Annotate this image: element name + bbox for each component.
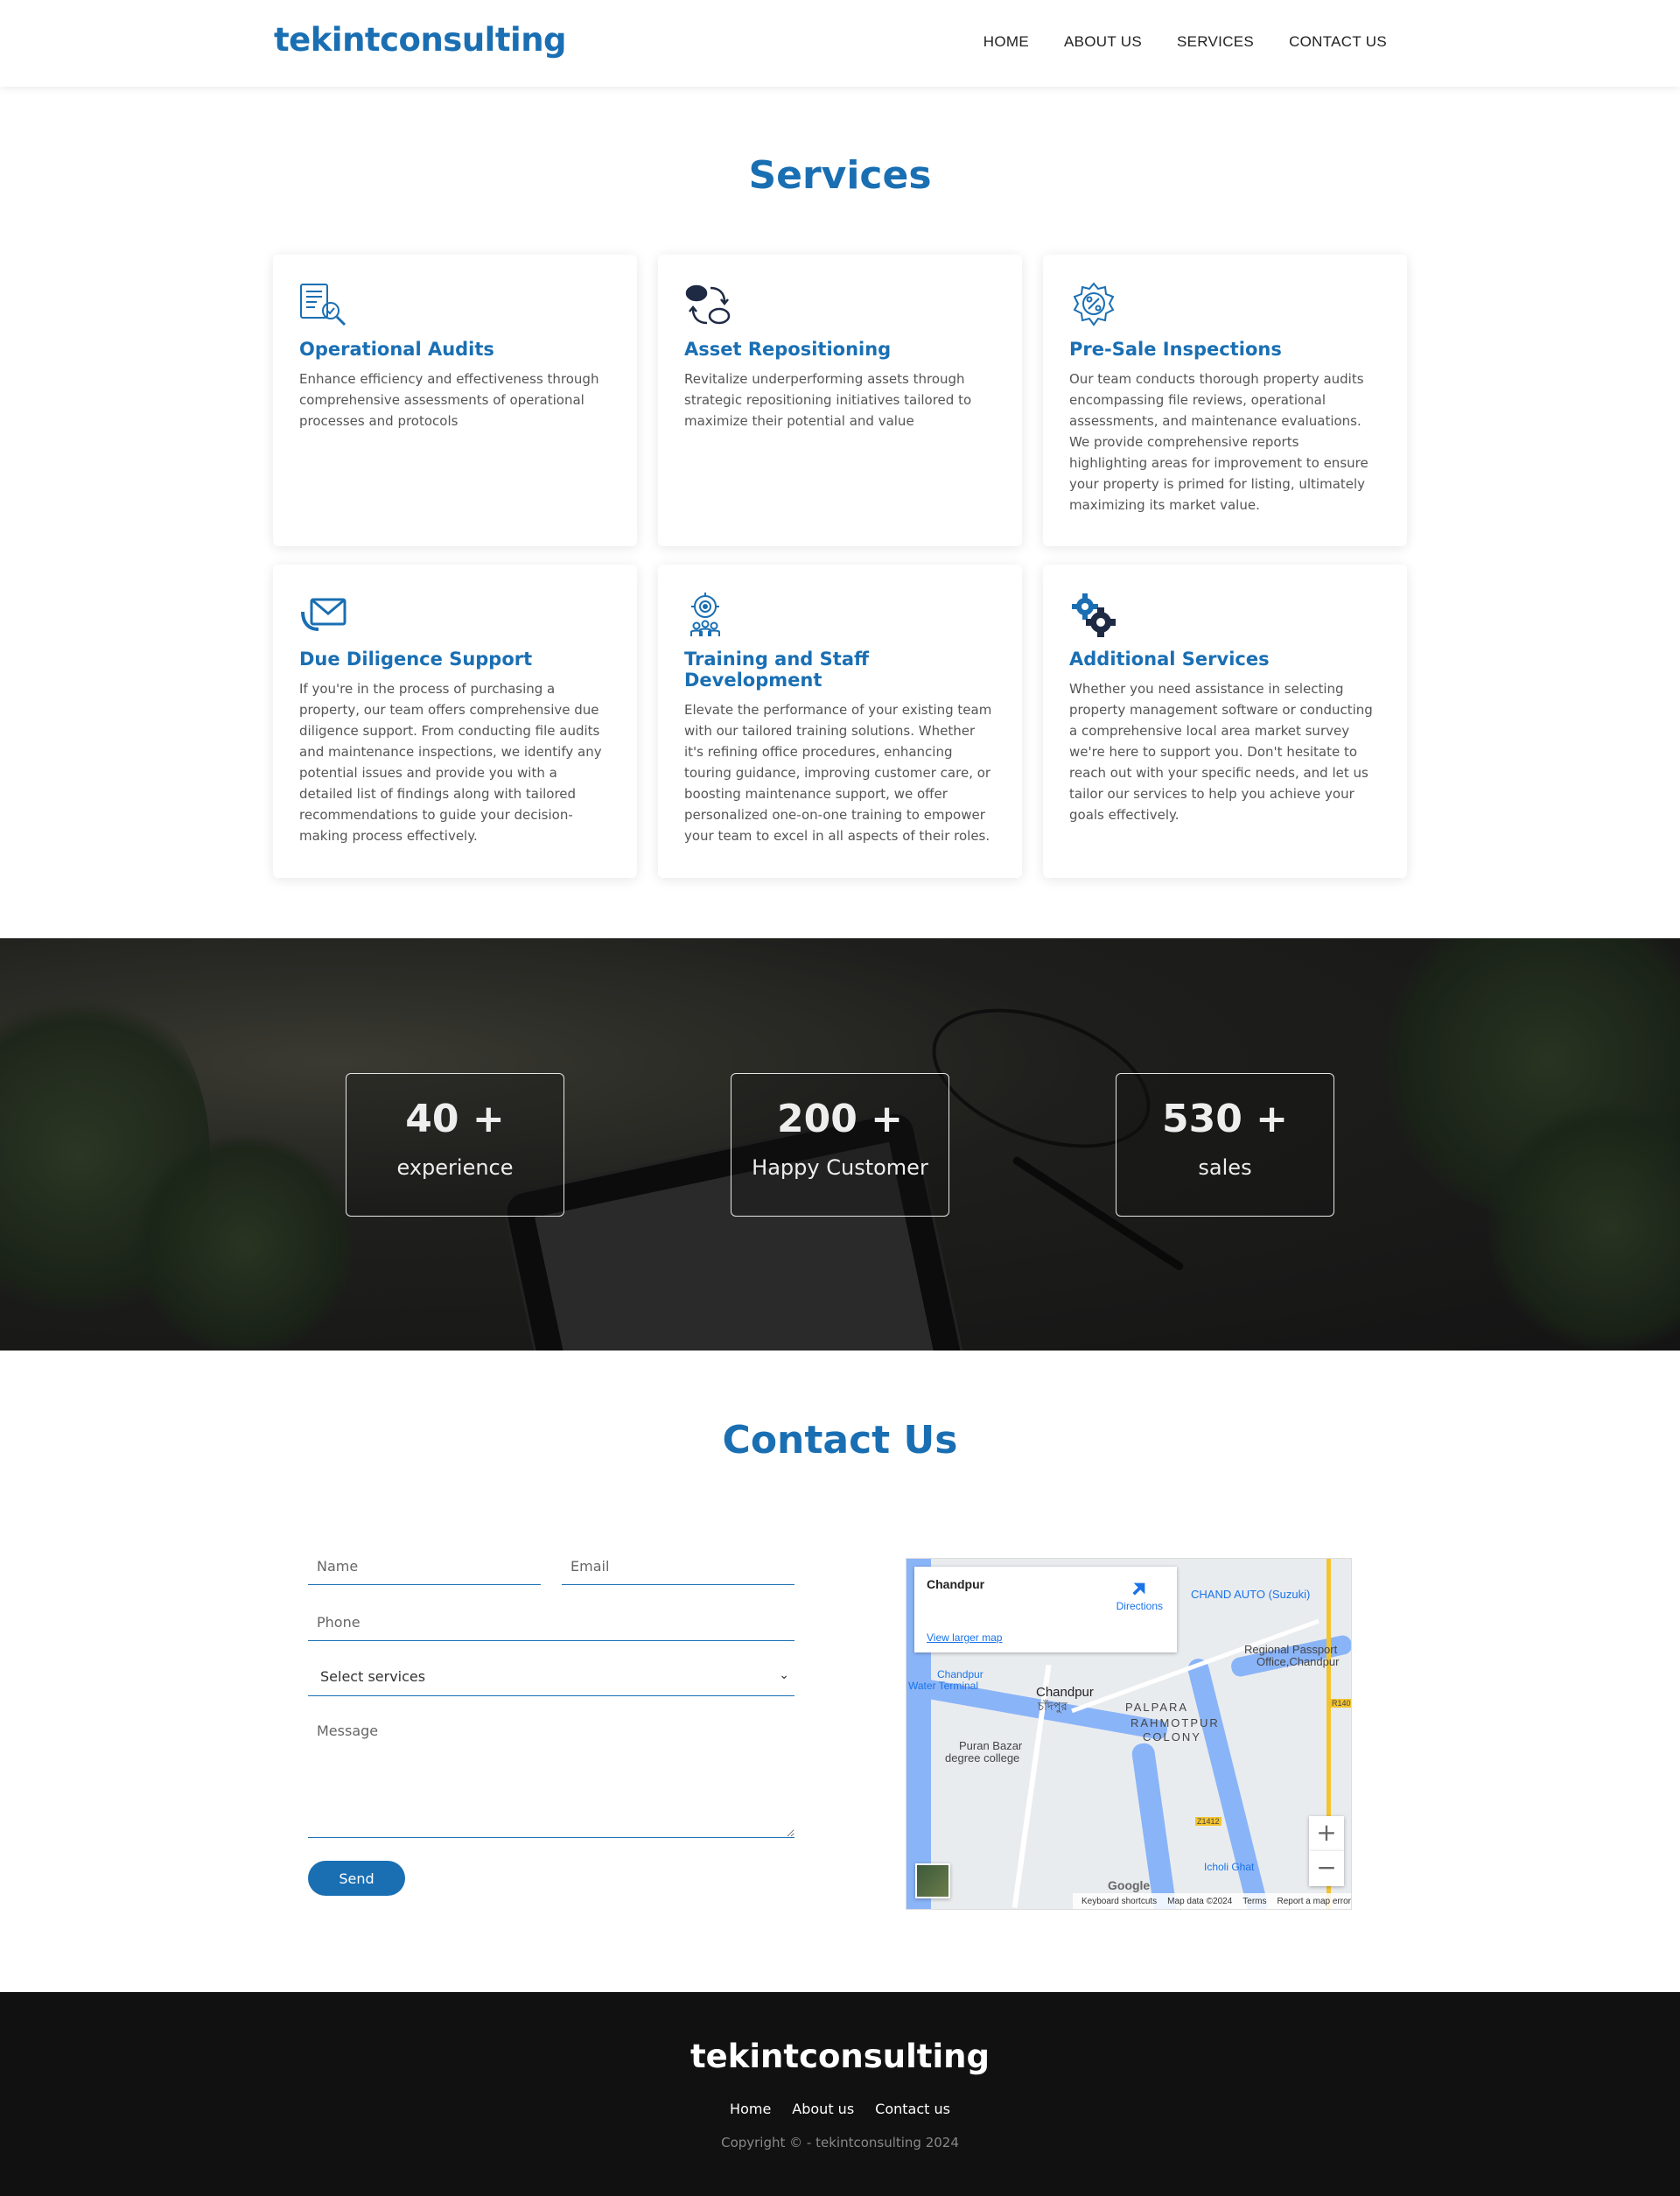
footer-links: Home About us Contact us <box>0 2101 1680 2117</box>
nav-home[interactable]: HOME <box>984 33 1029 51</box>
gears-icon <box>1069 591 1118 640</box>
contact-title: Contact Us <box>722 1418 958 1463</box>
stat-experience: 40 + experience <box>346 1073 564 1217</box>
copyright-text: Copyright © - tekintconsulting 2024 <box>721 2135 959 2150</box>
view-larger-map-link[interactable]: View larger map <box>927 1631 1002 1644</box>
road-badge: R140 <box>1330 1699 1351 1708</box>
site-header: tekintconsulting HOME ABOUT US SERVICES … <box>0 0 1680 87</box>
google-logo: Google <box>1108 1878 1151 1892</box>
card-text: If you're in the process of purchasing a… <box>299 681 602 844</box>
footer-link-home[interactable]: Home <box>730 2101 771 2117</box>
map-label: চাঁদপুর <box>1038 1700 1068 1713</box>
stat-sales: 530 + sales <box>1116 1073 1334 1217</box>
stat-number: 200 + <box>776 1097 904 1141</box>
card-title: Due Diligence Support <box>299 649 533 670</box>
card-title: Operational Audits <box>299 339 494 360</box>
card-title: Additional Services <box>1069 649 1270 670</box>
satellite-toggle[interactable] <box>915 1863 950 1898</box>
map-label: CHAND AUTO (Suzuki) <box>1191 1588 1311 1601</box>
footer-link-contact[interactable]: Contact us <box>875 2101 950 2117</box>
phone-field[interactable] <box>308 1603 794 1641</box>
keyboard-shortcuts-link[interactable]: Keyboard shortcuts <box>1082 1897 1157 1906</box>
nav-services[interactable]: SERVICES <box>1177 33 1254 51</box>
envelope-check-icon <box>299 591 348 640</box>
map-label: Chandpur <box>1036 1685 1094 1700</box>
map-info-card: Chandpur View larger map Directions <box>914 1567 1177 1652</box>
stat-number: 40 + <box>405 1097 505 1141</box>
services-select[interactable]: Select services ⌄ <box>308 1659 794 1696</box>
map-label: COLONY <box>1143 1730 1201 1743</box>
map-label: degree college <box>945 1751 1020 1765</box>
footer-logo: tekintconsulting <box>690 2038 990 2075</box>
stat-label: experience <box>396 1155 514 1180</box>
card-title: Pre-Sale Inspections <box>1069 339 1282 360</box>
map-label: PALPARA <box>1125 1701 1189 1714</box>
card-title: Asset Repositioning <box>684 339 892 360</box>
footer-link-about[interactable]: About us <box>792 2101 854 2117</box>
map-label: Puran Bazar <box>959 1739 1023 1752</box>
stats-banner: 40 + experience 200 + Happy Customer 530… <box>0 938 1680 1351</box>
map-label: Regional Passport <box>1244 1643 1338 1656</box>
card-text: Whether you need assistance in selecting… <box>1069 681 1373 823</box>
email-field[interactable] <box>562 1547 794 1585</box>
stat-label: Happy Customer <box>752 1155 928 1180</box>
road-badge: Z1412 <box>1195 1817 1222 1826</box>
service-card-due-diligence: Due Diligence Support If you're in the p… <box>273 565 637 878</box>
services-title: Services <box>748 153 932 198</box>
service-card-asset-repositioning: Asset Repositioning Revitalize underperf… <box>658 255 1022 546</box>
map-label: Chandpur <box>937 1668 984 1680</box>
stat-number: 530 + <box>1161 1097 1289 1141</box>
plant-decoration <box>131 1131 359 1351</box>
nav-about-us[interactable]: ABOUT US <box>1064 33 1142 51</box>
team-training-icon <box>684 591 733 640</box>
card-text: Revitalize underperforming assets throug… <box>684 371 972 429</box>
map-attribution: Keyboard shortcuts Map data ©2024 Terms … <box>1073 1893 1351 1909</box>
directions-button[interactable]: Directions <box>1116 1581 1163 1612</box>
report-error-link[interactable]: Report a map error <box>1278 1897 1351 1906</box>
document-audit-icon <box>299 281 348 330</box>
map-label: RAHMOTPUR <box>1130 1716 1220 1729</box>
terms-link[interactable]: Terms <box>1242 1897 1266 1906</box>
main-nav: HOME ABOUT US SERVICES CONTACT US <box>984 33 1387 51</box>
nav-contact-us[interactable]: CONTACT US <box>1289 33 1387 51</box>
chevron-down-icon: ⌄ <box>779 1668 789 1682</box>
map-label: Office,Chandpur <box>1256 1655 1340 1668</box>
map-data-text: Map data ©2024 <box>1167 1896 1233 1906</box>
site-logo[interactable]: tekintconsulting <box>274 21 567 59</box>
directions-label: Directions <box>1116 1600 1163 1612</box>
zoom-out-button[interactable]: − <box>1309 1851 1344 1886</box>
card-text: Our team conducts thorough property audi… <box>1069 371 1368 513</box>
send-button[interactable]: Send <box>308 1861 405 1896</box>
embedded-map[interactable]: Chandpur View larger map Directions CHAN… <box>906 1558 1352 1910</box>
map-label: Water Terminal <box>908 1680 979 1692</box>
card-text: Enhance efficiency and effectiveness thr… <box>299 371 599 429</box>
percent-badge-icon <box>1069 281 1118 330</box>
reposition-arrows-icon <box>684 281 733 330</box>
map-label: Icholi Ghat <box>1204 1861 1255 1873</box>
service-card-training: Training and Staff Development Elevate t… <box>658 565 1022 878</box>
site-footer: tekintconsulting Home About us Contact u… <box>0 1992 1680 2196</box>
card-text: Elevate the performance of your existing… <box>684 702 992 844</box>
stat-label: sales <box>1198 1155 1252 1180</box>
card-title: Training and Staff Development <box>684 649 869 691</box>
service-card-operational-audits: Operational Audits Enhance efficiency an… <box>273 255 637 546</box>
directions-icon <box>1129 1577 1151 1599</box>
message-field[interactable] <box>308 1715 794 1838</box>
service-card-pre-sale-inspections: Pre-Sale Inspections Our team conducts t… <box>1043 255 1407 546</box>
zoom-in-button[interactable]: + <box>1309 1816 1344 1851</box>
select-value: Select services <box>320 1668 426 1685</box>
service-card-additional: Additional Services Whether you need ass… <box>1043 565 1407 878</box>
stat-happy-customer: 200 + Happy Customer <box>731 1073 949 1217</box>
name-field[interactable] <box>308 1547 541 1585</box>
